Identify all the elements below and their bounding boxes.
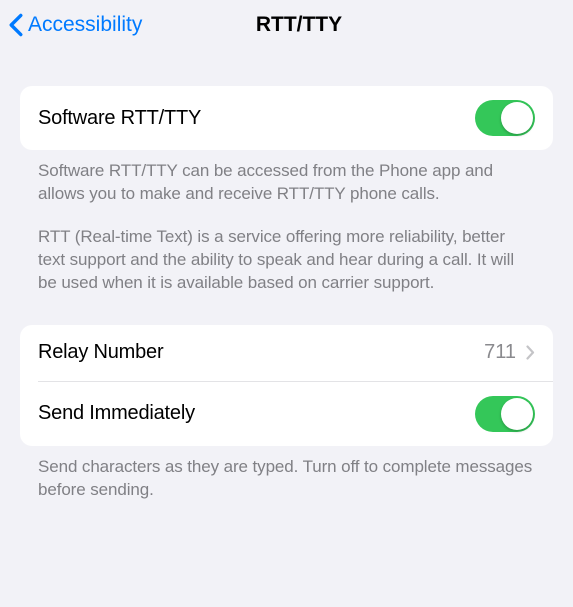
software-footer: Software RTT/TTY can be accessed from th…: [20, 150, 553, 295]
settings-group-relay: Relay Number 711 Send Immediately: [20, 325, 553, 446]
chevron-left-icon: [8, 13, 24, 37]
send-footer: Send characters as they are typed. Turn …: [20, 446, 553, 502]
chevron-right-icon: [526, 345, 535, 360]
toggle-knob: [501, 102, 533, 134]
toggle-knob: [501, 398, 533, 430]
software-footer-p2: RTT (Real-time Text) is a service offeri…: [38, 226, 535, 295]
send-immediately-row: Send Immediately: [20, 382, 553, 446]
navigation-bar: Accessibility RTT/TTY: [0, 0, 573, 50]
send-footer-text: Send characters as they are typed. Turn …: [38, 456, 535, 502]
settings-group-software: Software RTT/TTY: [20, 86, 553, 150]
relay-number-row[interactable]: Relay Number 711: [20, 325, 553, 381]
software-rtt-tty-toggle[interactable]: [475, 100, 535, 136]
send-immediately-label: Send Immediately: [38, 402, 195, 425]
send-immediately-toggle[interactable]: [475, 396, 535, 432]
back-label: Accessibility: [28, 13, 142, 37]
software-footer-p1: Software RTT/TTY can be accessed from th…: [38, 160, 535, 206]
software-rtt-tty-label: Software RTT/TTY: [38, 107, 201, 130]
back-button[interactable]: Accessibility: [8, 13, 142, 37]
software-rtt-tty-row: Software RTT/TTY: [20, 86, 553, 150]
relay-number-label: Relay Number: [38, 341, 163, 364]
relay-number-value: 711: [484, 341, 516, 364]
